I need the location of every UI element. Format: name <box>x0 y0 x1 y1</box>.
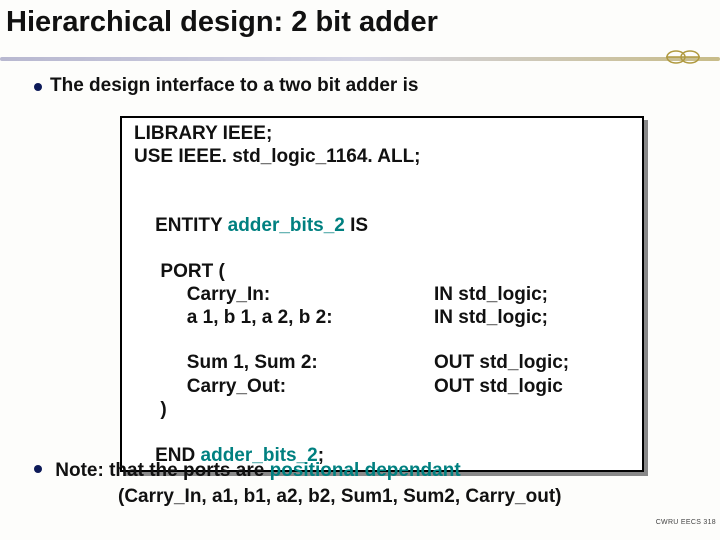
code-line: a 1, b 1, a 2, b 2: IN std_logic; <box>134 306 630 329</box>
code-box: LIBRARY IEEE; USE IEEE. std_logic_1164. … <box>120 116 644 472</box>
note-block: Note: that the ports are positional depe… <box>34 460 694 508</box>
divider-ornament-icon <box>666 49 700 65</box>
bullet-icon <box>34 465 42 473</box>
note-line-1: Note: that the ports are positional depe… <box>34 460 694 482</box>
footer-text: CWRU EECS 318 <box>656 519 716 526</box>
bullet-intro: The design interface to a two bit adder … <box>0 73 720 101</box>
code-line: Sum 1, Sum 2: OUT std_logic; <box>134 351 630 374</box>
entity-name: adder_bits_2 <box>228 215 345 236</box>
note-line-2: (Carry_In, a1, b1, a2, b2, Sum1, Sum2, C… <box>34 486 694 508</box>
note-emphasis: positional dependant <box>270 460 461 481</box>
code-line: PORT ( <box>134 260 630 283</box>
bullet-icon <box>34 83 42 91</box>
slide-title: Hierarchical design: 2 bit adder <box>0 0 720 47</box>
code-line: ) <box>134 398 630 421</box>
divider <box>0 47 720 67</box>
code-line: Carry_Out: OUT std_logic <box>134 375 630 398</box>
code-line: USE IEEE. std_logic_1164. ALL; <box>134 145 630 168</box>
code-line: ENTITY adder_bits_2 IS <box>134 190 630 260</box>
code-line: Carry_In: IN std_logic; <box>134 283 630 306</box>
bullet-intro-text: The design interface to a two bit adder … <box>50 75 418 97</box>
code-line: LIBRARY IEEE; <box>134 122 630 145</box>
